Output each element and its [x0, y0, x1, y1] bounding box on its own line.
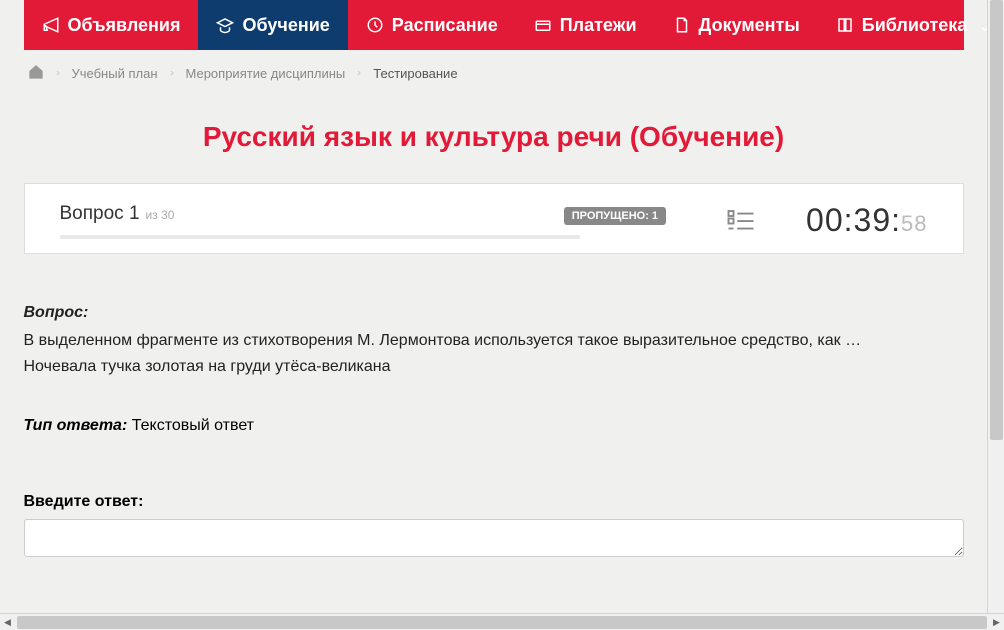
nav-payments[interactable]: Платежи: [516, 0, 655, 50]
answer-type-label: Тип ответа:: [24, 417, 128, 434]
nav-label: Библиотека: [862, 15, 968, 36]
nav-label: Обучение: [242, 15, 329, 36]
scroll-left-icon[interactable]: ◀: [0, 615, 15, 630]
clock-icon: [366, 16, 384, 34]
chevron-right-icon: [168, 66, 176, 81]
chevron-right-icon: [355, 66, 363, 81]
top-nav: Объявления Обучение Расписание Платежи Д…: [24, 0, 964, 50]
timer: 00:39:58: [806, 202, 927, 239]
answer-input-label: Введите ответ:: [24, 493, 964, 511]
timer-seconds: 58: [901, 211, 927, 236]
chevron-right-icon: [54, 66, 62, 81]
book-icon: [836, 16, 854, 34]
breadcrumb-link[interactable]: Мероприятие дисциплины: [186, 66, 346, 81]
scrollbar-thumb[interactable]: [17, 616, 987, 629]
document-icon: [673, 16, 691, 34]
nav-label: Объявления: [68, 15, 181, 36]
nav-schedule[interactable]: Расписание: [348, 0, 516, 50]
question-text-line: В выделенном фрагменте из стихотворения …: [24, 328, 964, 354]
horizontal-scrollbar[interactable]: ◀ ▶: [0, 613, 1004, 630]
breadcrumb-link[interactable]: Учебный план: [72, 66, 158, 81]
answer-type: Тип ответа: Текстовый ответ: [24, 417, 964, 435]
progress-bar: [60, 235, 580, 239]
question-number: Вопрос 1 из 30: [60, 203, 175, 225]
graduation-cap-icon: [216, 16, 234, 34]
nav-announcements[interactable]: Объявления: [24, 0, 199, 50]
page-title: Русский язык и культура речи (Обучение): [24, 91, 964, 183]
nav-label: Платежи: [560, 15, 637, 36]
nav-label: Документы: [699, 15, 800, 36]
scroll-right-icon[interactable]: ▶: [989, 615, 1004, 630]
status-bar: Вопрос 1 из 30 ПРОПУЩЕНО: 1 00:39:58: [24, 183, 964, 254]
question-number-label: Вопрос 1: [60, 203, 140, 225]
question-list-icon[interactable]: [726, 206, 756, 236]
question-total: из 30: [146, 208, 175, 222]
megaphone-icon: [42, 16, 60, 34]
scrollbar-thumb[interactable]: [990, 0, 1003, 440]
question-text-line: Ночевала тучка золотая на груди утёса-ве…: [24, 354, 964, 380]
breadcrumb-current: Тестирование: [373, 66, 457, 81]
nav-learning[interactable]: Обучение: [198, 0, 347, 50]
chevron-down-icon: [979, 19, 987, 31]
home-icon[interactable]: [28, 64, 44, 83]
skipped-badge: ПРОПУЩЕНО: 1: [564, 207, 666, 225]
nav-library[interactable]: Библиотека: [818, 0, 987, 50]
answer-type-value: Текстовый ответ: [132, 417, 254, 434]
timer-minutes: 00:39:: [806, 202, 901, 238]
payment-icon: [534, 16, 552, 34]
answer-textarea[interactable]: [24, 519, 964, 557]
nav-documents[interactable]: Документы: [655, 0, 818, 50]
vertical-scrollbar[interactable]: [987, 0, 1004, 613]
breadcrumb: Учебный план Мероприятие дисциплины Тест…: [24, 50, 964, 91]
nav-label: Расписание: [392, 15, 498, 36]
question-body: Вопрос: В выделенном фрагменте из стихот…: [24, 254, 964, 613]
question-label: Вопрос:: [24, 304, 964, 322]
